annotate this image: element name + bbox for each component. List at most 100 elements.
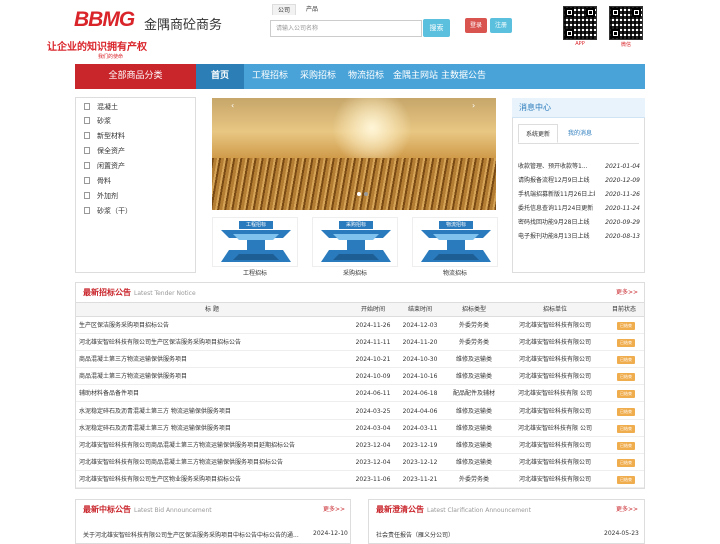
cell-start: 2023-12-04 [355,458,391,466]
cell-title[interactable]: 河北雄安智砼科技有限公司生产区物业服务采购项目招标公告 [79,471,345,488]
message-row[interactable]: 手机端招募新版11月26日上线 2020-11-26 [518,188,640,202]
status-badge: 已结束 [617,390,635,399]
login-button[interactable]: 登录 [465,18,487,33]
cell-title[interactable]: 商品混凝土第三方物流运输保供服务项目 [79,351,345,368]
message-row[interactable]: 电子报刊功能8月13日上线 2020-08-13 [518,230,640,244]
cell-type: 外委劳务类 [458,475,489,483]
cell-org: 河北雄安智砼科技有限公司 [518,356,591,364]
cell-title[interactable]: 辅助材料备品备件项目 [79,385,345,402]
thumb-purchase[interactable]: 采购招标 [312,217,398,267]
status-badge: 已结束 [617,373,635,382]
cell-type: 配品配件及辅材 [452,390,495,398]
cell-org: 河北雄安智砼科技有限公司 [518,339,591,347]
tab-system-updates[interactable]: 系统更新 [518,124,558,143]
search-tab-company[interactable]: 公司 [272,4,296,15]
cell-type: 维修及运输类 [455,458,492,466]
tender-table-header: 标 题 开始时间 结束时间 招标类型 招标单位 目前状态 [76,302,644,317]
message-row[interactable]: 请购报备流程12月9日上线 2020-12-09 [518,174,640,188]
doc-icon [84,177,90,184]
table-row[interactable]: 河北雄安智砼科技有限公司商品混凝土第三方物流运输保供服务项目招标公告 2023-1… [76,454,644,471]
status-badge: 已结束 [617,407,635,416]
message-row[interactable]: 密码找回功能9月28日上线 2020-09-29 [518,216,640,230]
tab-my-messages[interactable]: 我的消息 [561,124,599,143]
message-row[interactable]: 收款管理、预开收款等1... 2021-01-04 [518,160,640,174]
clarify-row-title[interactable]: 社会责任报告（雁义分公司） [376,530,454,539]
brand-logo[interactable]: BBMG 金隅商砼商务 [74,8,224,38]
search-button[interactable]: 搜索 [423,19,450,37]
category-item[interactable]: 砂浆 [84,115,111,127]
clarify-section-title: 最新澄清公告 Latest Clarification Announcement [376,505,531,514]
table-row[interactable]: 商品混凝土第三方物流运输保供服务项目 2024-10-21 2024-10-30 维修… [76,351,644,369]
category-list: 混凝土 砂浆 新型材料 保全资产 闲置资产 骨料 外加剂 砂浆（干） [75,97,196,273]
table-row[interactable]: 河北雄安智砼科技有限公司商品混凝土第三方物流运输保供服务项目延期招标公告 2023… [76,437,644,454]
tender-more-link[interactable]: 更多>> [616,287,638,296]
table-row[interactable]: 水泥稳定碎石及沥青混凝土第三方 物流运输保供服务项目 2024-03-04 2024… [76,420,644,437]
cell-title[interactable]: 河北雄安智砼科技有限公司商品混凝土第三方物流运输保供服务项目延期招标公告 [79,437,345,454]
category-item[interactable]: 骨料 [84,175,111,187]
nav-purchase-tender[interactable]: 采购招标 [300,64,336,89]
thumb-label: 物流招标 [439,221,473,229]
cell-end: 2024-03-11 [402,424,438,432]
nav-master-data[interactable]: 主数据公告 [441,64,486,89]
category-item[interactable]: 新型材料 [84,130,125,142]
nav-logistics-tender[interactable]: 物流招标 [348,64,384,89]
cell-start: 2023-12-04 [355,441,391,449]
cell-end: 2024-11-20 [402,339,438,347]
cell-title[interactable]: 河北雄安智砼科技有限公司商品混凝土第三方物流运输保供服务项目招标公告 [79,454,345,471]
bid-row-title[interactable]: 关于河北雄安智砼科技有限公司生产区保洁服务采购项目中标公告中标公告的通... [83,530,305,539]
cell-type: 维修及运输类 [455,441,492,449]
nav-engineering-tender[interactable]: 工程招标 [252,64,288,89]
thumb-caption[interactable]: 物流招标 [412,268,498,277]
table-row[interactable]: 水泥稳定碎石及沥青混凝土第三方 物流运输保供服务项目 2024-03-25 2024… [76,403,644,420]
category-item[interactable]: 保全资产 [84,145,125,157]
cell-title[interactable]: 生产区保洁服务采购项目招标公告 [79,317,345,334]
cell-end: 2024-04-06 [402,407,438,415]
col-org: 招标单位 [542,306,567,313]
cell-title[interactable]: 水泥稳定碎石及沥青混凝土第三方 物流运输保供服务项目 [79,403,345,420]
chevron-left-icon[interactable]: ‹ [231,101,234,110]
category-item[interactable]: 混凝土 [84,101,118,113]
cell-type: 外委劳务类 [458,322,489,329]
col-type: 招标类型 [461,306,486,313]
thumb-engineering[interactable]: 工程招标 [212,217,298,267]
col-title: 标 题 [205,306,219,313]
table-row[interactable]: 河北雄安智砼科技有限公司生产区物业服务采购项目招标公告 2023-11-06 202… [76,471,644,488]
cell-title[interactable]: 河北雄安智砼科技有限公司生产区保洁服务采购项目招标公告 [79,334,345,351]
category-item[interactable]: 砂浆（干） [84,205,132,217]
status-badge: 已结束 [617,424,635,433]
logo-bbmg-text: BBMG [74,8,135,31]
cell-type: 维修及运输类 [455,356,492,364]
register-button[interactable]: 注册 [490,18,512,33]
nav-home[interactable]: 首页 [196,64,244,89]
thumb-logistics[interactable]: 物流招标 [412,217,498,267]
bid-more-link[interactable]: 更多>> [323,504,345,513]
category-item[interactable]: 闲置资产 [84,160,125,172]
clarify-more-link[interactable]: 更多>> [616,504,638,513]
chevron-right-icon[interactable]: › [472,101,475,110]
cell-title[interactable]: 水泥稳定碎石及沥青混凝土第三方 物流运输保供服务项目 [79,420,345,437]
banner-carousel[interactable] [212,98,496,210]
category-item[interactable]: 外加剂 [84,190,118,202]
doc-icon [84,117,90,124]
message-row[interactable]: 委托信息查询11月24日更新 2020-11-24 [518,202,640,216]
thumb-caption[interactable]: 采购招标 [312,268,398,277]
col-status: 目前状态 [611,306,636,313]
carousel-dot[interactable] [357,192,361,196]
table-row[interactable]: 辅助材料备品备件项目 2024-06-11 2024-06-18 配品配件及辅材 河北雄… [76,385,644,403]
table-row[interactable]: 河北雄安智砼科技有限公司生产区保洁服务采购项目招标公告 2024-11-11 202… [76,334,644,352]
app-qr-caption: APP [575,41,585,47]
search-input[interactable]: 请输入公司名称 [270,20,422,37]
thumb-caption[interactable]: 工程招标 [212,268,298,277]
all-categories-button[interactable]: 全部商品分类 [75,64,196,89]
nav-main-site[interactable]: 金隅主网站 [393,64,438,89]
clarify-row-date: 2024-05-23 [604,530,639,537]
cell-title[interactable]: 商品混凝土第三方物流运输保供服务项目 [79,368,345,385]
doc-icon [84,192,90,199]
bid-row-date: 2024-12-10 [313,530,348,537]
search-tab-product[interactable]: 产品 [300,4,324,15]
table-row[interactable]: 商品混凝土第三方物流运输保供服务项目 2024-10-09 2024-10-16 维修… [76,368,644,386]
cell-type: 维修及运输类 [455,424,492,432]
carousel-dot[interactable] [364,192,368,196]
cell-start: 2024-03-04 [355,424,391,432]
table-row[interactable]: 生产区保洁服务采购项目招标公告 2024-11-26 2024-12-03 外委劳务类… [76,317,644,334]
